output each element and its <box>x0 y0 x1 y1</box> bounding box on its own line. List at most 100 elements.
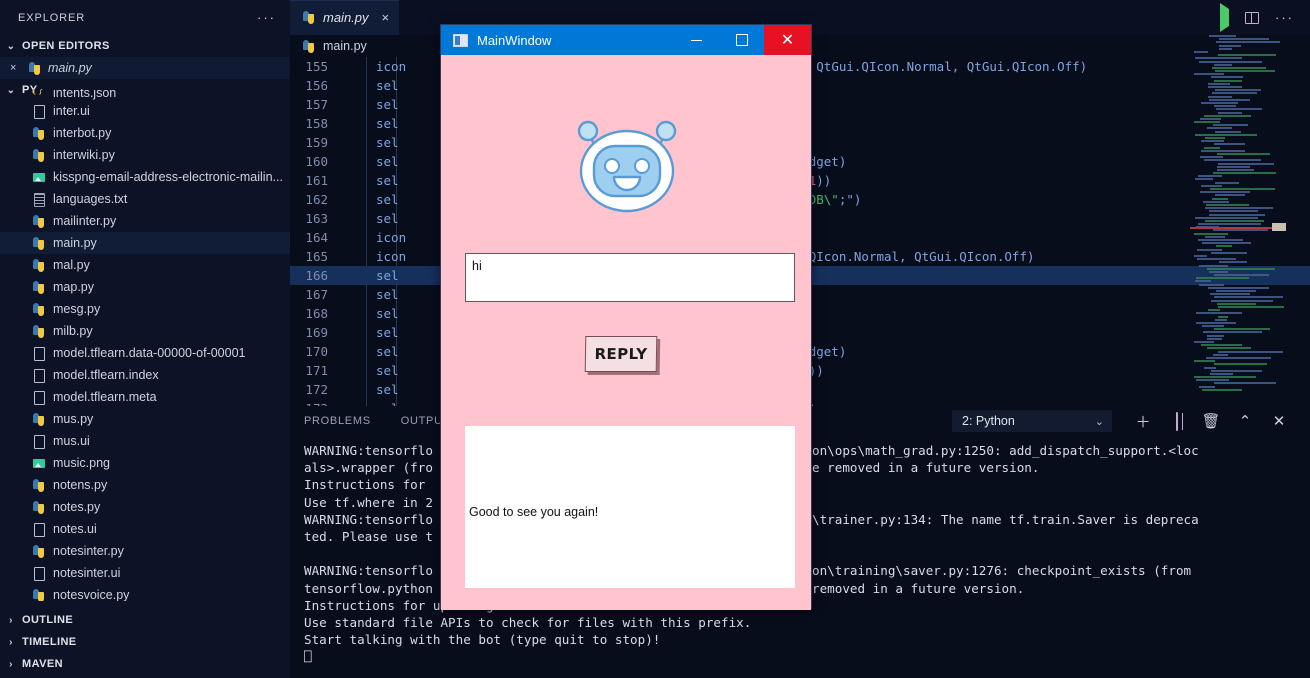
open-editor-item-main-py[interactable]: × main.py <box>0 57 290 79</box>
run-play-icon[interactable] <box>1220 2 1229 32</box>
fold-gutter[interactable] <box>350 247 376 266</box>
maximize-panel-icon[interactable]: ⌃ <box>1228 412 1262 430</box>
file-tree-item[interactable]: model.tflearn.index <box>0 364 290 386</box>
fold-gutter[interactable] <box>350 342 376 361</box>
fold-gutter[interactable] <box>350 380 376 399</box>
file-tree-item[interactable]: intents.json <box>0 89 290 100</box>
close-icon[interactable]: × <box>10 62 22 74</box>
tab-problems[interactable]: PROBLEMS <box>304 415 371 427</box>
code-text: icon <box>376 230 407 245</box>
fold-gutter[interactable] <box>350 57 376 76</box>
file-tree-item[interactable]: interbot.py <box>0 122 290 144</box>
split-editor-icon[interactable] <box>1245 11 1259 24</box>
section-open-editors[interactable]: ⌄ OPEN EDITORS <box>0 35 290 57</box>
fold-gutter[interactable] <box>350 76 376 95</box>
fold-gutter[interactable] <box>350 266 376 285</box>
file-tree-item-label: model.tflearn.data-00000-of-00001 <box>53 346 246 360</box>
close-panel-icon[interactable]: ✕ <box>1262 412 1296 430</box>
sidebar-item-outline[interactable]: › OUTLINE <box>0 609 290 631</box>
fold-gutter[interactable] <box>350 114 376 133</box>
file-tree-item[interactable]: mailinter.py <box>0 210 290 232</box>
fold-gutter[interactable] <box>350 399 376 406</box>
python-icon <box>28 61 42 76</box>
line-number: 173 <box>290 399 350 406</box>
file-tree-item[interactable]: notes.ui <box>0 518 290 540</box>
dialog-titlebar[interactable]: MainWindow ✕ <box>441 25 811 55</box>
file-icon <box>32 390 46 405</box>
file-tree-item-label: notesinter.py <box>53 544 124 558</box>
file-tree-item[interactable]: notesinter.ui <box>0 562 290 584</box>
sidebar-item-maven[interactable]: › MAVEN <box>0 653 290 675</box>
file-tree-item[interactable]: languages.txt <box>0 188 290 210</box>
file-icon <box>32 104 46 119</box>
fold-gutter[interactable] <box>350 190 376 209</box>
fold-gutter[interactable] <box>350 361 376 380</box>
file-tree-item[interactable]: interwiki.py <box>0 144 290 166</box>
maximize-button[interactable] <box>719 25 764 55</box>
chat-output-text: Good to see you again! <box>469 505 599 519</box>
editor-actions: ··· <box>1220 0 1310 35</box>
mainwindow-dialog[interactable]: MainWindow ✕ hi REPLY Good to see you ag… <box>440 24 812 610</box>
dialog-body: hi REPLY Good to see you again! <box>441 55 811 610</box>
file-tree-item[interactable]: inter.ui <box>0 100 290 122</box>
minimap[interactable] <box>1190 35 1286 406</box>
json-icon <box>32 89 46 100</box>
file-tree-item[interactable]: kisspng-email-address-electronic-mailin.… <box>0 166 290 188</box>
fold-gutter[interactable] <box>350 95 376 114</box>
fold-gutter[interactable] <box>350 285 376 304</box>
close-icon[interactable]: × <box>382 10 390 25</box>
minimap-slider[interactable] <box>1272 223 1286 231</box>
explorer-header: EXPLORER ··· <box>0 0 290 35</box>
file-tree-item[interactable]: mus.py <box>0 408 290 430</box>
minimize-button[interactable] <box>674 25 719 55</box>
line-number: 172 <box>305 382 328 397</box>
editor-more-icon[interactable]: ··· <box>1275 10 1294 25</box>
file-tree-item[interactable]: milb.py <box>0 320 290 342</box>
file-tree-item[interactable]: notesinter.py <box>0 540 290 562</box>
file-tree-item[interactable]: mesg.py <box>0 298 290 320</box>
file-icon <box>32 346 46 361</box>
close-button[interactable]: ✕ <box>764 25 811 55</box>
chevron-down-icon: ⌄ <box>1094 415 1104 428</box>
chat-output-area[interactable]: Good to see you again! <box>465 426 795 588</box>
file-tree-item[interactable]: map.py <box>0 276 290 298</box>
panel-actions: 2: Python ⌄ ＋ 🗑 ⌃ ✕ <box>952 410 1310 432</box>
line-number: 164 <box>305 230 328 245</box>
line-number: 169 <box>305 325 328 340</box>
fold-gutter[interactable] <box>350 209 376 228</box>
file-tree-item[interactable]: mus.ui <box>0 430 290 452</box>
new-terminal-icon[interactable]: ＋ <box>1126 411 1160 432</box>
file-tree-item[interactable]: music.png <box>0 452 290 474</box>
fold-gutter[interactable] <box>350 171 376 190</box>
kill-terminal-icon[interactable]: 🗑 <box>1194 412 1228 430</box>
file-tree-item[interactable]: notes.py <box>0 496 290 518</box>
fold-gutter[interactable] <box>350 323 376 342</box>
terminal-select[interactable]: 2: Python ⌄ <box>952 410 1112 432</box>
editor-scrollbar[interactable] <box>1296 35 1310 406</box>
file-tree-item[interactable]: model.tflearn.data-00000-of-00001 <box>0 342 290 364</box>
fold-gutter[interactable] <box>350 228 376 247</box>
tab-main-py[interactable]: main.py × <box>290 0 400 35</box>
message-input[interactable]: hi <box>465 253 795 302</box>
file-tree-item[interactable]: mal.py <box>0 254 290 276</box>
file-tree-item[interactable]: main.py <box>0 232 290 254</box>
file-tree-item[interactable]: notens.py <box>0 474 290 496</box>
fold-gutter[interactable] <box>350 152 376 171</box>
python-icon <box>302 39 316 54</box>
file-tree-item[interactable]: model.tflearn.meta <box>0 386 290 408</box>
sidebar-item-timeline[interactable]: › TIMELINE <box>0 631 290 653</box>
app-window-icon <box>453 33 468 47</box>
explorer-more-icon[interactable]: ··· <box>257 10 276 25</box>
file-tree-item[interactable]: notesvoice.py <box>0 584 290 601</box>
python-icon <box>32 280 46 295</box>
fold-gutter[interactable] <box>350 133 376 152</box>
python-icon <box>32 214 46 229</box>
tab-label: main.py <box>323 10 369 25</box>
line-number: 170 <box>305 344 328 359</box>
split-terminal-icon[interactable] <box>1160 411 1194 431</box>
fold-gutter[interactable] <box>350 304 376 323</box>
line-number: 165 <box>305 249 328 264</box>
chevron-right-icon: › <box>9 658 13 670</box>
line-number: 167 <box>305 287 328 302</box>
reply-button[interactable]: REPLY <box>584 336 658 372</box>
